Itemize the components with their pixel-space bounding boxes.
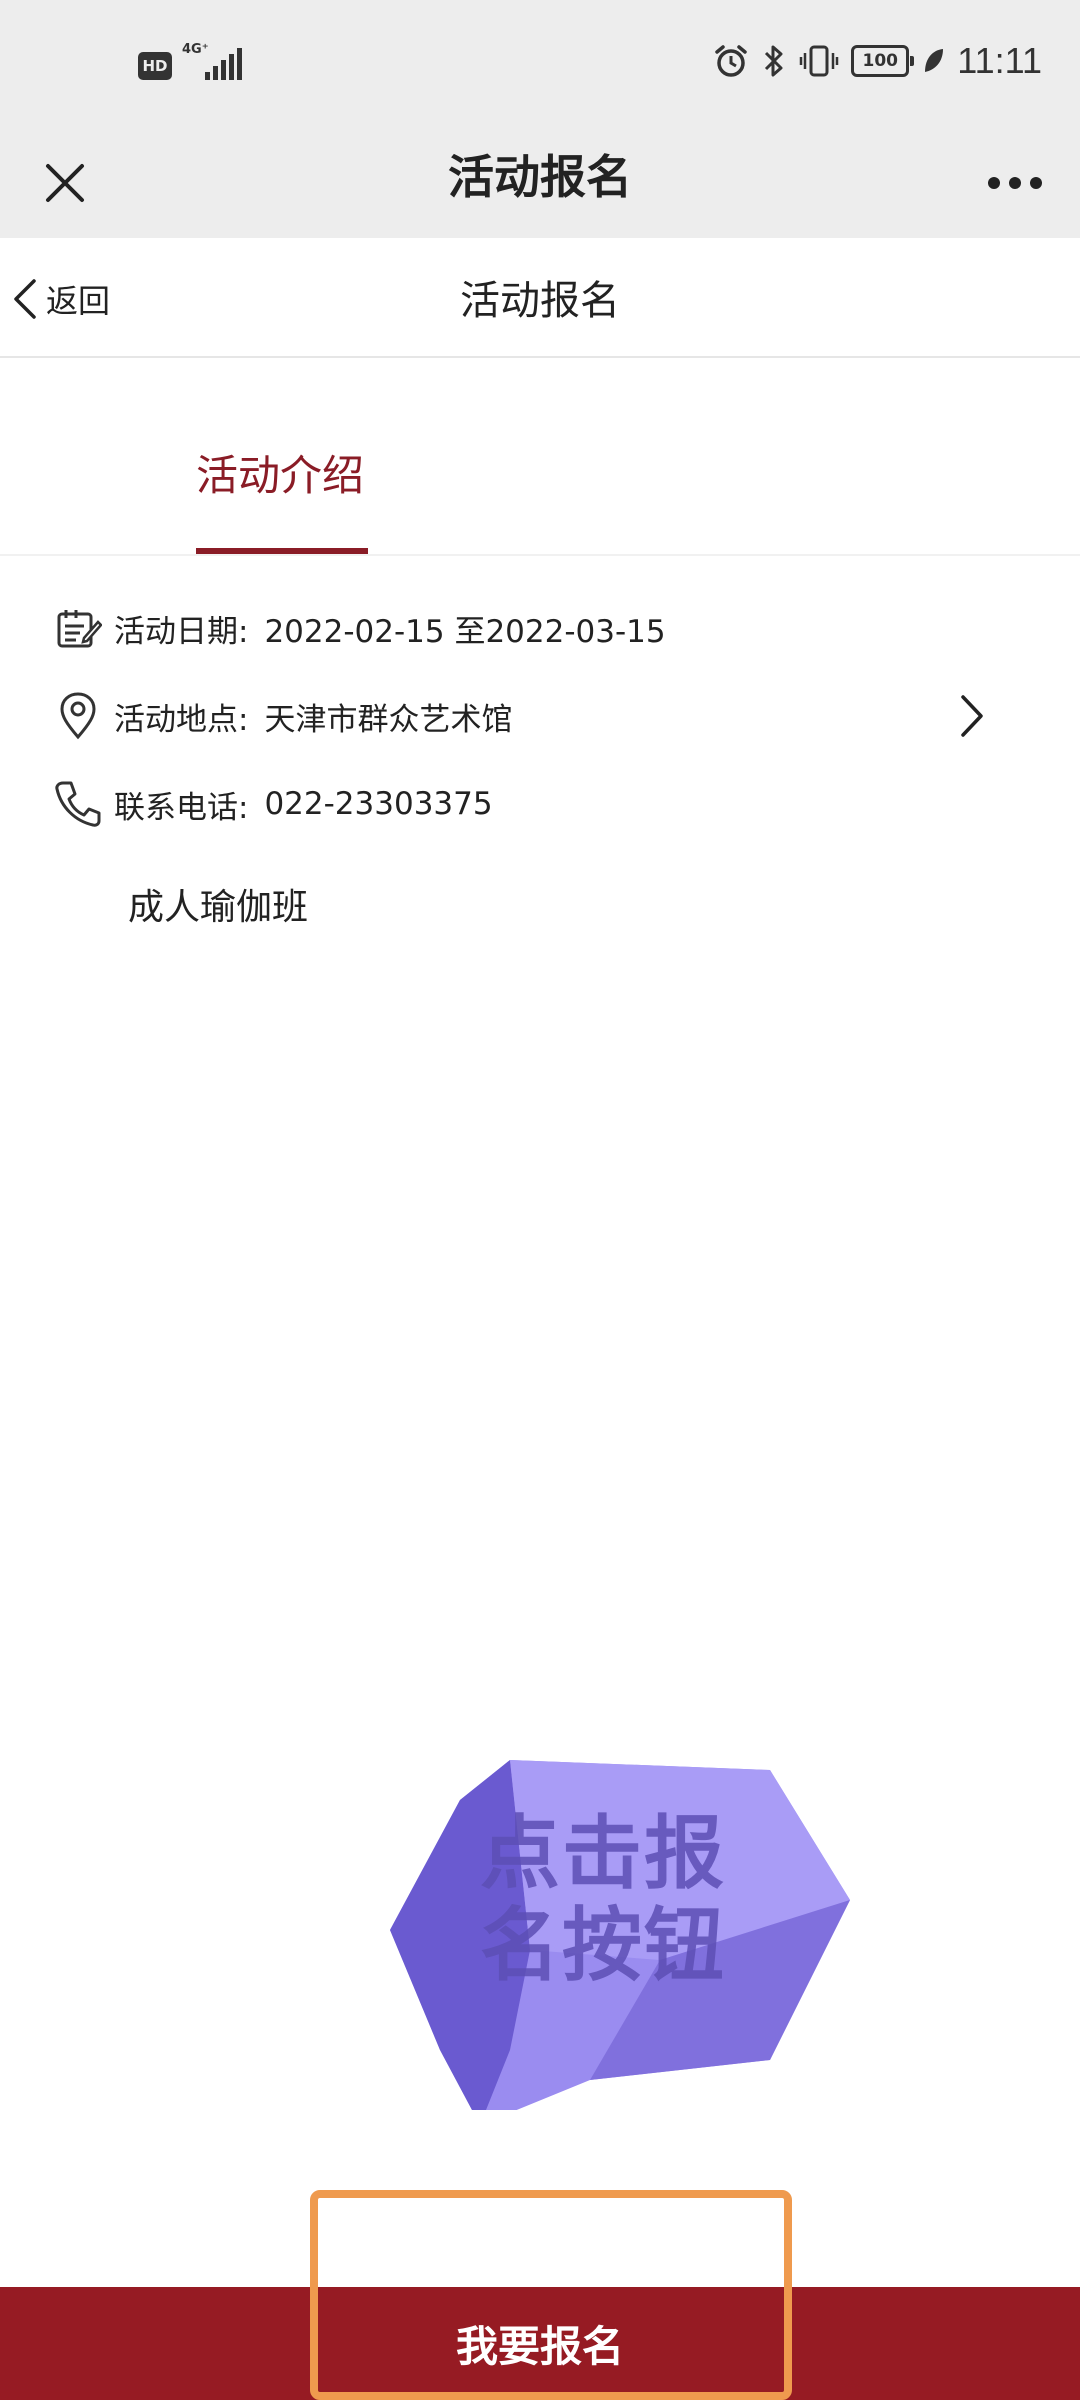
- wechat-title: 活动报名: [448, 150, 632, 204]
- location-value: 天津市群众艺术馆: [264, 701, 513, 738]
- status-bar: HD 4G⁺ 100 11:11: [0, 0, 1080, 130]
- signup-button[interactable]: 我要报名: [0, 2287, 1080, 2400]
- phone-label: 联系电话:: [114, 789, 249, 826]
- activity-description: 成人瑜伽班: [128, 887, 309, 928]
- hd-badge: HD: [138, 52, 172, 80]
- info-row-phone[interactable]: 联系电话: 022-23303375: [52, 774, 1032, 834]
- alarm-icon: [715, 45, 747, 77]
- status-left: HD 4G⁺: [138, 42, 242, 80]
- phone-icon: [52, 778, 104, 830]
- callout-text: 点击报 名按钮: [480, 1808, 740, 1992]
- battery-icon: 100: [851, 45, 915, 77]
- vibrate-icon: [800, 45, 839, 77]
- more-dots-icon: [988, 177, 1042, 189]
- status-time: 11:11: [957, 40, 1042, 81]
- location-label: 活动地点:: [114, 701, 249, 738]
- page-nav-bar: 返回 活动报名: [0, 238, 1080, 358]
- page-title: 活动报名: [460, 278, 620, 324]
- date-label: 活动日期:: [114, 613, 249, 650]
- wechat-header: 活动报名: [0, 130, 1080, 238]
- bottom-action-bar: 我要报名: [0, 2287, 1080, 2400]
- signal-icon: 4G⁺: [182, 42, 242, 80]
- calendar-edit-icon: [52, 602, 104, 654]
- chevron-right-icon[interactable]: [942, 686, 1002, 746]
- bluetooth-icon: [765, 45, 783, 77]
- info-row-location[interactable]: 活动地点: 天津市群众艺术馆: [52, 686, 1032, 746]
- status-right: 100 11:11: [713, 40, 1042, 82]
- location-pin-icon: [52, 690, 104, 742]
- phone-value: 022-23303375: [264, 786, 493, 822]
- callout-line-1: 点击报: [480, 1807, 726, 1900]
- date-value: 2022-02-15 至2022-03-15: [264, 613, 666, 650]
- tab-activity-intro[interactable]: 活动介绍: [196, 442, 364, 503]
- callout-line-2: 名按钮: [480, 1899, 726, 1992]
- more-button[interactable]: [980, 148, 1050, 218]
- info-row-date: 活动日期: 2022-02-15 至2022-03-15: [52, 598, 1032, 658]
- leaf-icon: [925, 49, 944, 72]
- tab-active-indicator: [196, 548, 368, 554]
- tab-bar: 活动介绍: [0, 412, 1080, 556]
